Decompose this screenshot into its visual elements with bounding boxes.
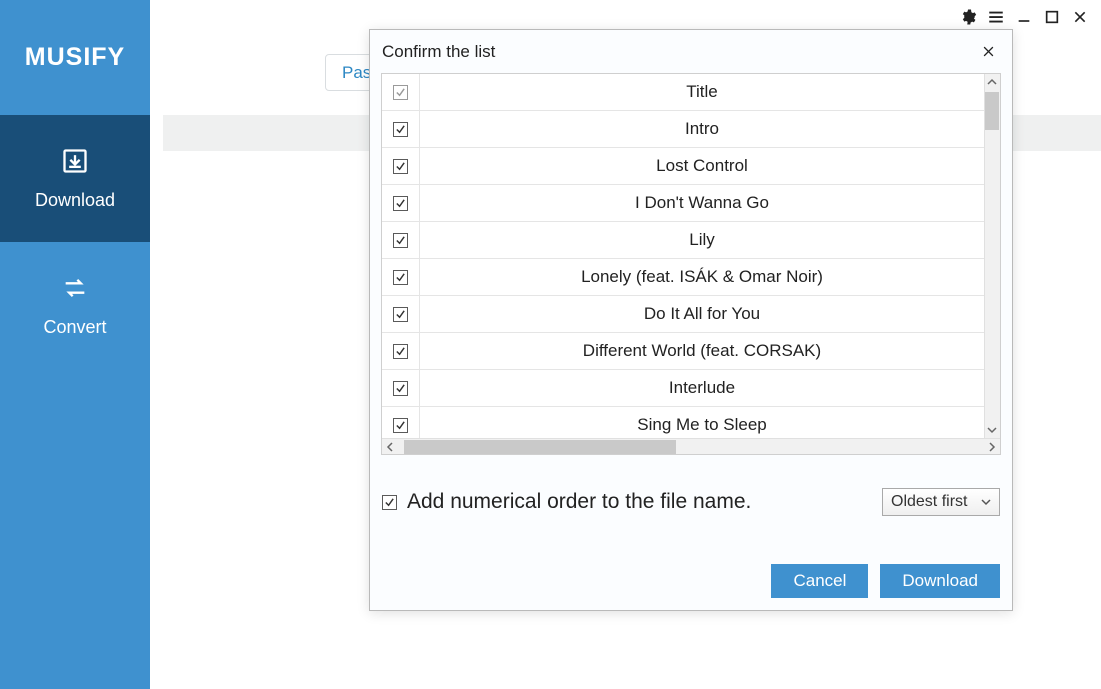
row-checkbox[interactable] xyxy=(393,196,408,211)
horizontal-scrollbar[interactable] xyxy=(382,438,1000,454)
row-checkbox-cell xyxy=(382,111,420,147)
column-header-title: Title xyxy=(420,82,984,102)
row-checkbox[interactable] xyxy=(393,270,408,285)
row-checkbox[interactable] xyxy=(393,159,408,174)
sort-select[interactable]: Oldest first xyxy=(882,488,1000,516)
track-title: Different World (feat. CORSAK) xyxy=(420,341,984,361)
table-header-row: Title xyxy=(382,74,984,111)
table-row: Lonely (feat. ISÁK & Omar Noir) xyxy=(382,259,984,296)
cancel-button[interactable]: Cancel xyxy=(771,564,868,598)
track-title: I Don't Wanna Go xyxy=(420,193,984,213)
track-title: Lost Control xyxy=(420,156,984,176)
table-row: Intro xyxy=(382,111,984,148)
track-title: Lily xyxy=(420,230,984,250)
scroll-down-icon[interactable] xyxy=(984,422,1000,438)
row-checkbox-cell xyxy=(382,259,420,295)
row-checkbox-cell xyxy=(382,185,420,221)
row-checkbox[interactable] xyxy=(393,381,408,396)
modal-backdrop: Confirm the list Title Intro Lost Control I… xyxy=(150,0,1101,689)
vertical-scrollbar[interactable] xyxy=(984,74,1000,438)
track-list: Title Intro Lost Control I Don't Wanna Go Li… xyxy=(381,73,1001,455)
sidebar-item-download[interactable]: Download xyxy=(0,115,150,242)
select-all-checkbox[interactable] xyxy=(393,85,408,100)
table-row: I Don't Wanna Go xyxy=(382,185,984,222)
row-checkbox-cell xyxy=(382,370,420,406)
table-row: Lily xyxy=(382,222,984,259)
row-checkbox[interactable] xyxy=(393,307,408,322)
dialog-buttons: Cancel Download xyxy=(370,552,1012,610)
row-checkbox[interactable] xyxy=(393,233,408,248)
track-title: Sing Me to Sleep xyxy=(420,415,984,435)
sort-select-value: Oldest first xyxy=(891,493,967,511)
close-icon[interactable] xyxy=(976,40,1000,64)
dialog-header: Confirm the list xyxy=(370,30,1012,73)
dialog-title: Confirm the list xyxy=(382,42,495,62)
track-title: Intro xyxy=(420,119,984,139)
download-button[interactable]: Download xyxy=(880,564,1000,598)
sidebar: MUSIFY Download Convert xyxy=(0,0,150,689)
chevron-down-icon xyxy=(981,497,991,507)
scroll-right-icon[interactable] xyxy=(984,439,1000,455)
scroll-up-icon[interactable] xyxy=(984,74,1000,90)
row-checkbox-cell xyxy=(382,333,420,369)
row-checkbox-cell xyxy=(382,296,420,332)
table-row: Lost Control xyxy=(382,148,984,185)
row-checkbox-cell xyxy=(382,222,420,258)
scrollbar-thumb[interactable] xyxy=(404,440,676,454)
add-order-label: Add numerical order to the file name. xyxy=(407,490,751,514)
scrollbar-thumb[interactable] xyxy=(985,92,999,130)
row-checkbox[interactable] xyxy=(393,418,408,433)
sidebar-item-label: Download xyxy=(35,190,115,211)
add-order-checkbox[interactable] xyxy=(382,495,397,510)
track-title: Do It All for You xyxy=(420,304,984,324)
confirm-list-dialog: Confirm the list Title Intro Lost Control I… xyxy=(369,29,1013,611)
row-checkbox[interactable] xyxy=(393,122,408,137)
sidebar-item-convert[interactable]: Convert xyxy=(0,242,150,369)
row-checkbox[interactable] xyxy=(393,344,408,359)
cancel-button-label: Cancel xyxy=(793,571,846,591)
table-row: Different World (feat. CORSAK) xyxy=(382,333,984,370)
download-button-label: Download xyxy=(902,571,978,591)
row-checkbox-cell xyxy=(382,148,420,184)
sidebar-item-label: Convert xyxy=(43,317,106,338)
scroll-left-icon[interactable] xyxy=(382,439,398,455)
row-checkbox-cell xyxy=(382,74,420,110)
download-icon xyxy=(60,146,90,176)
track-title: Interlude xyxy=(420,378,984,398)
options-row: Add numerical order to the file name. Ol… xyxy=(370,488,1012,516)
track-title: Lonely (feat. ISÁK & Omar Noir) xyxy=(420,267,984,287)
convert-icon xyxy=(60,273,90,303)
table-row: Interlude xyxy=(382,370,984,407)
table-row: Do It All for You xyxy=(382,296,984,333)
main-area: Pas Confirm the list TitleIntroLost Cont… xyxy=(150,0,1101,689)
brand-logo: MUSIFY xyxy=(0,0,150,115)
